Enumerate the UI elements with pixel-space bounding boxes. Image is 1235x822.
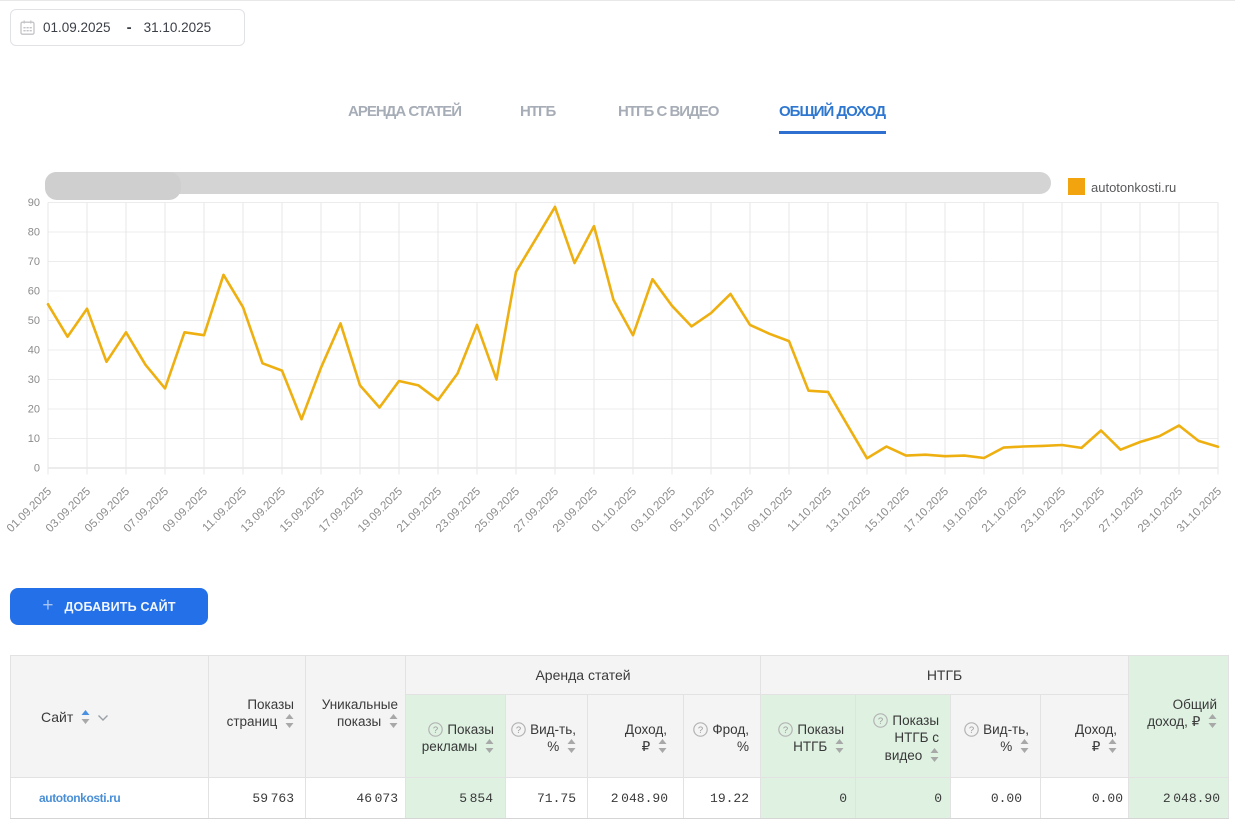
svg-text:?: ? xyxy=(969,724,974,735)
svg-text:30: 30 xyxy=(28,374,40,386)
svg-text:?: ? xyxy=(878,716,883,727)
svg-text:80: 80 xyxy=(28,227,40,239)
svg-text:autotonkosti.ru: autotonkosti.ru xyxy=(1091,180,1176,195)
svg-text:50: 50 xyxy=(28,315,40,327)
svg-text:?: ? xyxy=(783,724,788,735)
svg-text:0: 0 xyxy=(34,463,40,475)
svg-text:70: 70 xyxy=(28,256,40,268)
svg-text:?: ? xyxy=(433,724,438,735)
svg-text:90: 90 xyxy=(28,197,40,209)
svg-text:20: 20 xyxy=(28,404,40,416)
svg-text:10: 10 xyxy=(28,433,40,445)
svg-text:60: 60 xyxy=(28,286,40,298)
svg-text:40: 40 xyxy=(28,345,40,357)
svg-text:?: ? xyxy=(516,724,521,735)
svg-text:?: ? xyxy=(698,724,703,735)
